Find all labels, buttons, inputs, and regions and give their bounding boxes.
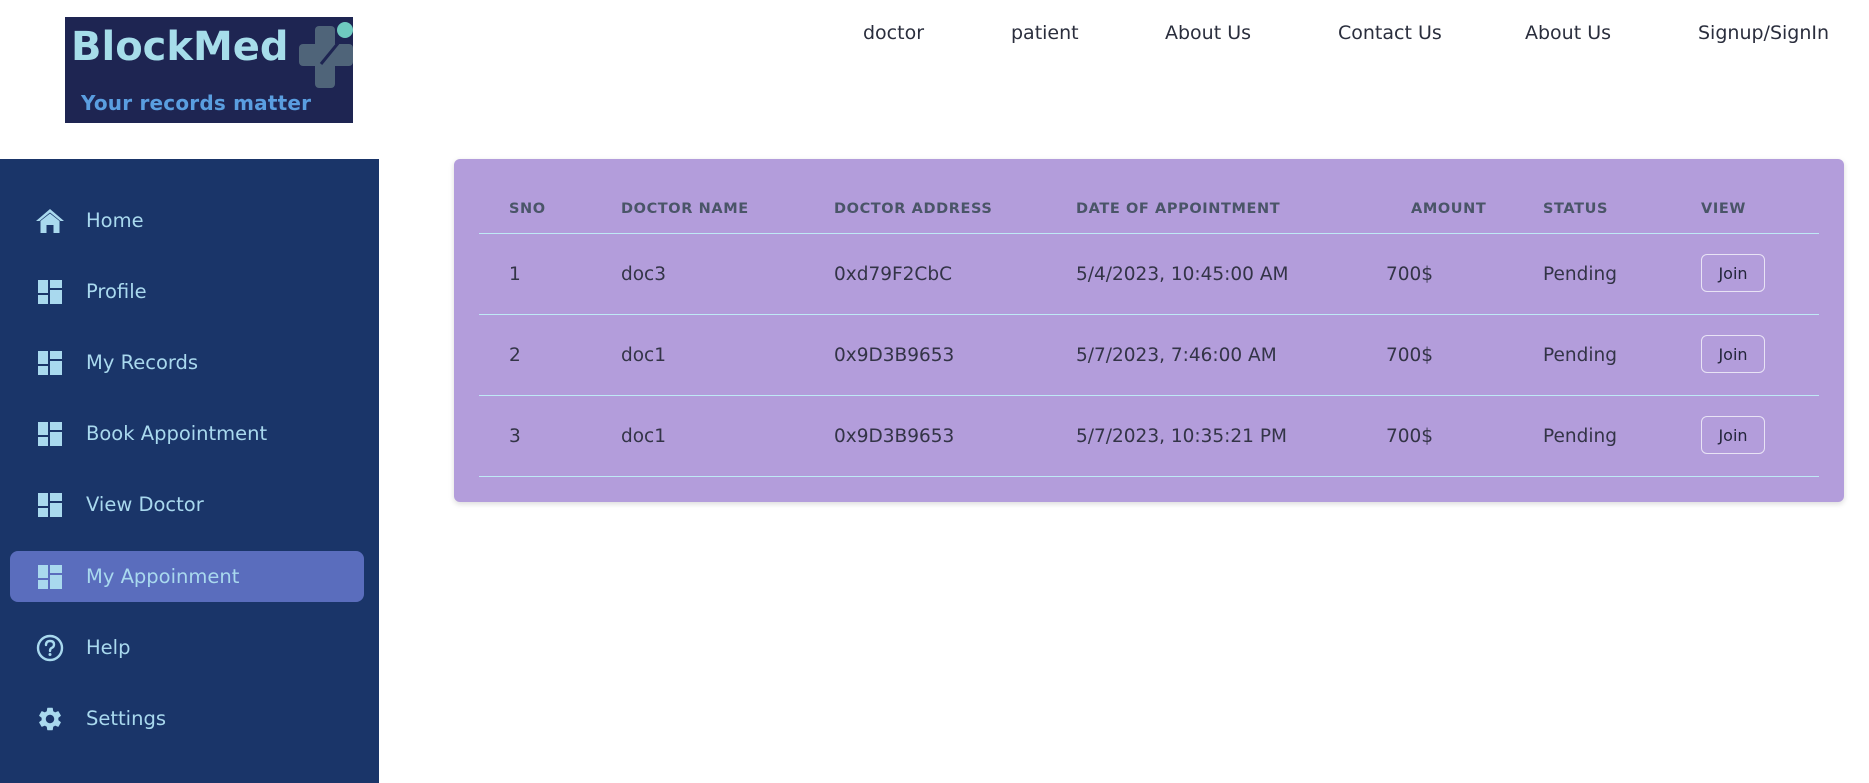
join-button[interactable]: Join xyxy=(1701,335,1765,373)
cell-doctor-name: doc1 xyxy=(621,344,667,366)
nav-link-doctor[interactable]: doctor xyxy=(863,18,924,48)
column-header-sno: SNO xyxy=(509,201,546,217)
sidebar-item-label: Book Appointment xyxy=(86,422,268,445)
sidebar-item-label: Profile xyxy=(86,280,147,303)
cell-date: 5/7/2023, 10:35:21 PM xyxy=(1076,425,1287,447)
dashboard-icon xyxy=(35,562,65,592)
medical-cross-icon xyxy=(299,22,353,88)
appointments-table: SNO DOCTOR NAME DOCTOR ADDRESS DATE OF A… xyxy=(479,159,1819,477)
cell-doctor-address: 0xd79F2CbC xyxy=(834,263,952,285)
sidebar: Home Profile My Records Book Appointment… xyxy=(0,159,379,783)
cell-sno: 3 xyxy=(509,425,521,447)
appointments-card: SNO DOCTOR NAME DOCTOR ADDRESS DATE OF A… xyxy=(454,159,1844,502)
help-circle-icon xyxy=(35,633,65,663)
sidebar-item-label: My Records xyxy=(86,351,199,374)
cell-amount: 700$ xyxy=(1386,425,1434,447)
sidebar-item-label: Home xyxy=(86,209,144,232)
sidebar-item-label: View Doctor xyxy=(86,493,204,516)
gear-icon xyxy=(35,704,65,734)
cell-amount: 700$ xyxy=(1386,263,1434,285)
cell-status: Pending xyxy=(1543,263,1617,285)
column-header-doctor-name: DOCTOR NAME xyxy=(621,201,749,217)
cell-status: Pending xyxy=(1543,425,1617,447)
table-row: 1 doc3 0xd79F2CbC 5/4/2023, 10:45:00 AM … xyxy=(479,234,1819,315)
sidebar-item-view-doctor[interactable]: View Doctor xyxy=(10,479,364,530)
nav-link-patient[interactable]: patient xyxy=(1011,18,1079,48)
cell-amount: 700$ xyxy=(1386,344,1434,366)
join-button[interactable]: Join xyxy=(1701,254,1765,292)
cell-date: 5/4/2023, 10:45:00 AM xyxy=(1076,263,1289,285)
top-header: BlockMed Your records matter doctor pati… xyxy=(0,0,1869,159)
cell-date: 5/7/2023, 7:46:00 AM xyxy=(1076,344,1277,366)
logo-tagline: Your records matter xyxy=(81,91,312,115)
sidebar-item-book-appointment[interactable]: Book Appointment xyxy=(10,408,364,459)
join-button[interactable]: Join xyxy=(1701,416,1765,454)
dashboard-icon xyxy=(35,419,65,449)
nav-link-about-us-2[interactable]: About Us xyxy=(1525,18,1611,48)
table-row: 3 doc1 0x9D3B9653 5/7/2023, 10:35:21 PM … xyxy=(479,396,1819,477)
dashboard-icon xyxy=(35,490,65,520)
cell-doctor-address: 0x9D3B9653 xyxy=(834,344,955,366)
column-header-view: VIEW xyxy=(1701,201,1746,217)
brand-logo[interactable]: BlockMed Your records matter xyxy=(65,17,353,123)
page: BlockMed Your records matter doctor pati… xyxy=(0,0,1869,783)
sidebar-item-profile[interactable]: Profile xyxy=(10,266,364,317)
dashboard-icon xyxy=(35,277,65,307)
sidebar-item-label: Help xyxy=(86,636,131,659)
column-header-status: STATUS xyxy=(1543,201,1609,217)
cell-sno: 1 xyxy=(509,263,521,285)
cell-status: Pending xyxy=(1543,344,1617,366)
column-header-amount: AMOUNT xyxy=(1411,201,1487,217)
sidebar-item-home[interactable]: Home xyxy=(10,195,364,246)
home-icon xyxy=(35,206,65,236)
dashboard-icon xyxy=(35,348,65,378)
nav-link-signup-signin[interactable]: Signup/SignIn xyxy=(1698,18,1829,48)
column-header-date: DATE OF APPOINTMENT xyxy=(1076,201,1281,217)
column-header-doctor-address: DOCTOR ADDRESS xyxy=(834,201,993,217)
sidebar-item-my-appointment[interactable]: My Appoinment xyxy=(10,551,364,602)
cell-doctor-name: doc3 xyxy=(621,263,667,285)
sidebar-item-label: Settings xyxy=(86,707,166,730)
sidebar-item-help[interactable]: Help xyxy=(10,622,364,673)
sidebar-item-my-records[interactable]: My Records xyxy=(10,337,364,388)
cell-doctor-address: 0x9D3B9653 xyxy=(834,425,955,447)
sidebar-item-label: My Appoinment xyxy=(86,565,240,588)
nav-link-about-us[interactable]: About Us xyxy=(1165,18,1251,48)
cell-sno: 2 xyxy=(509,344,521,366)
sidebar-item-settings[interactable]: Settings xyxy=(10,693,364,744)
cell-doctor-name: doc1 xyxy=(621,425,667,447)
table-header: SNO DOCTOR NAME DOCTOR ADDRESS DATE OF A… xyxy=(479,159,1819,234)
table-row: 2 doc1 0x9D3B9653 5/7/2023, 7:46:00 AM 7… xyxy=(479,315,1819,396)
logo-title: BlockMed xyxy=(71,24,289,70)
nav-link-contact-us[interactable]: Contact Us xyxy=(1338,18,1442,48)
